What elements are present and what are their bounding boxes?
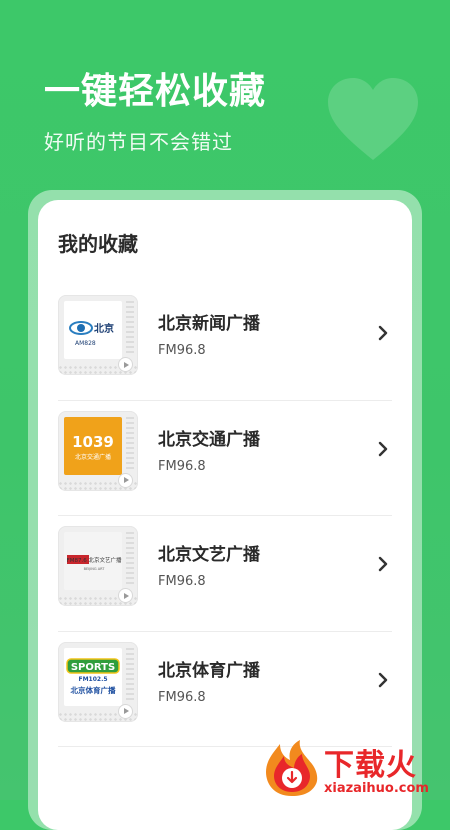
station-frequency: FM96.8 <box>158 458 206 474</box>
station-frequency: FM96.8 <box>158 343 206 358</box>
favorites-list: 北京 AM828 北京新闻广播 FM96.8 1039 北京交通广播 北京交通广… <box>58 285 392 747</box>
page-title: 一键轻松收藏 <box>44 71 267 112</box>
play-icon[interactable] <box>119 358 132 371</box>
logo-sub: AM828 <box>75 340 96 347</box>
station-thumbnail: FM87.6 北京文艺广播 BEIJING ART <box>58 526 138 606</box>
chevron-right-icon[interactable] <box>376 325 390 341</box>
station-thumbnail: 1039 北京交通广播 <box>58 410 138 491</box>
logo-text: 1039 <box>72 433 114 451</box>
list-item[interactable]: FM87.6 北京文艺广播 BEIJING ART 北京文艺广播 FM96.8 <box>58 516 392 632</box>
watermark-text: 下载火 <box>324 748 417 783</box>
thumbnail-grille <box>126 416 134 471</box>
chevron-right-icon[interactable] <box>376 441 390 457</box>
flame-logo-icon <box>266 740 318 796</box>
page-subtitle: 好听的节目不会错过 <box>44 130 233 154</box>
thumbnail-grille <box>126 301 134 355</box>
logo-text: FM87.6 北京文艺广播 <box>67 556 122 564</box>
play-icon[interactable] <box>119 704 132 718</box>
logo-sub: FM102.5 <box>78 676 107 683</box>
heart-icon <box>328 78 418 160</box>
thumbnail-grille <box>126 647 134 702</box>
section-title: 我的收藏 <box>58 232 138 256</box>
station-logo: 北京 AM828 <box>64 301 122 359</box>
logo-sub2: 北京体育广播 <box>71 685 116 695</box>
station-frequency: FM96.8 <box>158 574 206 589</box>
favorites-card: 我的收藏 北京 AM828 北京新闻广播 FM96.8 1039 北京交通广播 … <box>38 200 412 830</box>
logo-text: SPORTS <box>71 662 115 673</box>
play-icon[interactable] <box>119 473 132 487</box>
station-thumbnail: SPORTS FM102.5 北京体育广播 <box>58 641 138 722</box>
station-logo: 1039 北京交通广播 <box>64 416 122 475</box>
screen: 一键轻松收藏 好听的节目不会错过 我的收藏 北京 AM828 北京新闻广播 FM… <box>0 0 450 830</box>
station-logo: FM87.6 北京文艺广播 BEIJING ART <box>64 532 122 590</box>
watermark-url: xiazaihuo.com <box>324 781 429 796</box>
thumbnail-grille <box>126 532 134 586</box>
station-frequency: FM96.8 <box>158 689 206 705</box>
logo-sub: 北京交通广播 <box>75 453 111 461</box>
station-name: 北京体育广播 <box>158 660 260 681</box>
chevron-right-icon[interactable] <box>376 672 390 688</box>
list-item[interactable]: 北京 AM828 北京新闻广播 FM96.8 <box>58 285 392 401</box>
chevron-right-icon[interactable] <box>376 556 390 572</box>
station-thumbnail: 北京 AM828 <box>58 295 138 375</box>
logo-sub: BEIJING ART <box>84 567 106 571</box>
list-item[interactable]: SPORTS FM102.5 北京体育广播 北京体育广播 FM96.8 <box>58 632 392 747</box>
station-logo: SPORTS FM102.5 北京体育广播 <box>64 647 122 706</box>
station-name: 北京文艺广播 <box>158 545 260 565</box>
station-name: 北京交通广播 <box>158 429 260 450</box>
station-name: 北京新闻广播 <box>158 314 260 334</box>
logo-text: 北京 <box>94 322 114 335</box>
watermark: 下载火 xiazaihuo.com <box>262 738 448 798</box>
play-icon[interactable] <box>119 589 132 602</box>
list-item[interactable]: 1039 北京交通广播 北京交通广播 FM96.8 <box>58 401 392 516</box>
